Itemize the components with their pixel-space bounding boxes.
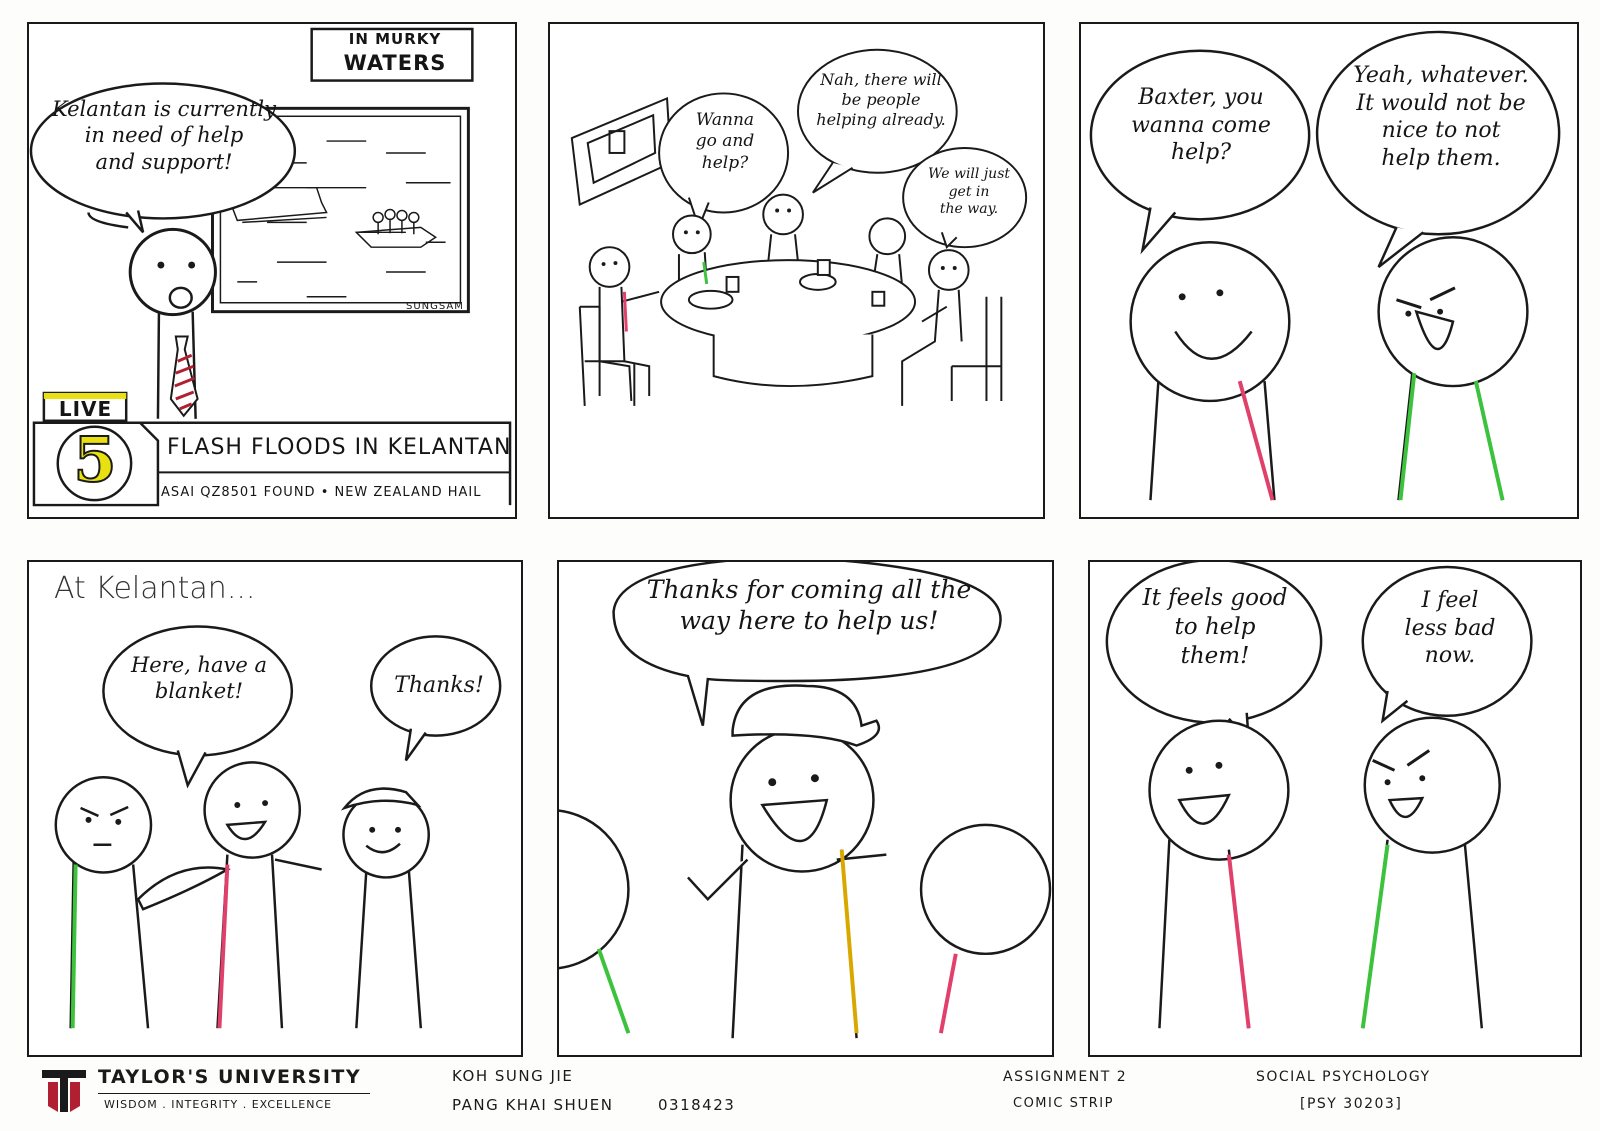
channel-number: 5 [72,422,117,497]
logo-divider [98,1093,370,1094]
victim-speech-bubble: Thanks for coming all the way here to he… [646,575,972,636]
assignment-title: ASSIGNMENT 2 [1003,1069,1128,1085]
friend-right-speech-bubble: We will just get in the way. [927,166,1011,217]
footer: TAYLOR'S UNIVERSITY WISDOM . INTEGRITY .… [0,1060,1600,1131]
victim-speech-bubble: Thanks! [394,673,484,698]
author-name-1: KOH SUNG JIE [452,1067,574,1085]
blanket-scene-drawing [54,625,502,1029]
friend-speech-bubble: Baxter, you wanna come help? [1131,85,1271,165]
show-title-big: WATERS [343,51,447,75]
dinner-scene-drawing [570,48,1028,406]
course-code: [PSY 30203] [1300,1096,1403,1112]
friend-speech-bubble: It feels good to help them! [1142,585,1288,669]
baxter-speech-bubble: Yeah, whatever. It would not be nice to … [1353,63,1529,171]
scene-caption: At Kelantan... [54,571,256,606]
author-name-2: PANG KHAI SHUEN [452,1096,614,1114]
panel-invitation: Baxter, you wanna come help? Yeah, whate… [1079,22,1579,519]
university-motto: WISDOM . INTEGRITY . EXCELLENCE [104,1098,333,1111]
course-name: SOCIAL PSYCHOLOGY [1256,1069,1431,1085]
anchor-speech-bubble: Kelantan is currently in need of help an… [52,97,276,174]
helper-speech-bubble: Here, have a blanket! [130,653,268,704]
news-headline: FLASH FLOODS IN KELANTAN [167,435,512,460]
live-label: LIVE [58,397,113,421]
panel-handing-blanket: At Kelantan... Here, have a blanket! Tha… [27,560,523,1057]
friend-left-speech-bubble: Wanna go and help? [695,110,755,173]
screen-signature: SUNGSAM [406,301,464,312]
friend-center-speech-bubble: Nah, there will be people helping alread… [816,70,946,129]
panel-gratitude: Thanks for coming all the way here to he… [557,560,1054,1057]
show-title-small: IN MURKY [348,30,442,48]
baxter-speech-bubble: I feel less bad now. [1404,588,1496,668]
panel-news-report: IN MURKY WATERS Kelantan is currently in… [27,22,517,519]
news-ticker: ASAI QZ8501 FOUND • NEW ZEALAND HAIL [161,485,482,500]
university-logo-icon [42,1070,86,1112]
panel-dinner-table: Wanna go and help? Nah, there will be pe… [548,22,1045,519]
student-id: 0318423 [658,1096,736,1114]
assignment-subtitle: COMIC STRIP [1013,1096,1114,1111]
university-name: TAYLOR'S UNIVERSITY [98,1066,362,1088]
panel-reflection: It feels good to help them! I feel less … [1088,560,1582,1057]
